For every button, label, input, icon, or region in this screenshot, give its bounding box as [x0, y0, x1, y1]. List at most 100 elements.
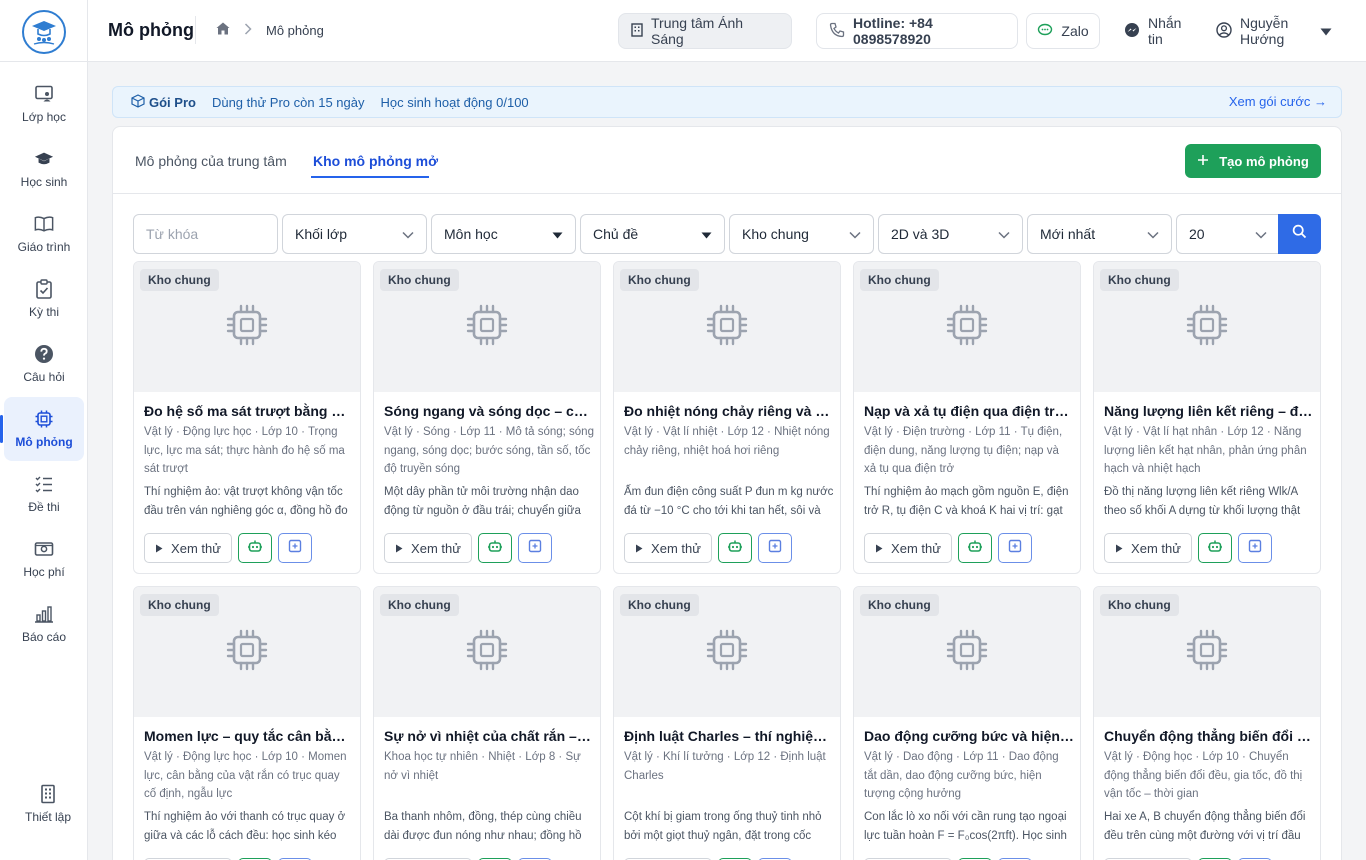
card-actions: Xem thử: [624, 533, 792, 563]
hotline-button[interactable]: Hotline: +84 0898578920: [816, 13, 1018, 49]
library-badge: Kho chung: [380, 594, 459, 616]
preview-label: Xem thử: [171, 540, 221, 556]
sidebar-item-list[interactable]: Đề thi: [4, 462, 84, 526]
ai-assistant-button[interactable]: [478, 533, 512, 563]
card-title[interactable]: Định luật Charles – thí nghiệm khí: [624, 728, 834, 744]
ai-assistant-button[interactable]: [718, 533, 752, 563]
robot-icon: [967, 539, 983, 558]
card-title[interactable]: Đo nhiệt nóng chảy riêng và nhiệt hoá hơ…: [624, 403, 834, 419]
page-size-select[interactable]: 20: [1176, 214, 1280, 254]
card-title[interactable]: Sóng ngang và sóng dọc – chuyển động của…: [384, 403, 594, 419]
plus-icon: [1197, 154, 1209, 169]
center-selector-button[interactable]: Trung tâm Ánh Sáng: [618, 13, 792, 49]
card-thumbnail[interactable]: Kho chung: [614, 587, 840, 717]
sidebar-item-clipboard-check[interactable]: Kỳ thi: [4, 267, 84, 331]
insert-button[interactable]: [758, 533, 792, 563]
topic-select[interactable]: Chủ đề: [580, 214, 725, 254]
preview-button[interactable]: Xem thử: [144, 533, 232, 563]
ai-assistant-button[interactable]: [958, 533, 992, 563]
chip-icon: [705, 303, 749, 352]
card-title[interactable]: Dao động cưỡng bức và hiện tượng cộng hư…: [864, 728, 1074, 744]
card-title[interactable]: Chuyển động thẳng biến đổi đều – đồ thị: [1104, 728, 1314, 744]
insert-button[interactable]: [278, 533, 312, 563]
logo[interactable]: [22, 10, 66, 54]
sort-select[interactable]: Mới nhất: [1027, 214, 1172, 254]
sidebar-item-chip[interactable]: Mô phỏng: [0, 397, 84, 461]
list-icon: [34, 474, 54, 494]
preview-button[interactable]: Xem thử: [1104, 533, 1192, 563]
play-icon: [875, 541, 883, 556]
insert-button[interactable]: [998, 533, 1032, 563]
card-description: Thí nghiệm ảo: vật trượt không vận tốc đ…: [144, 486, 348, 517]
card-thumbnail[interactable]: Kho chung: [1094, 587, 1320, 717]
card-title[interactable]: Nạp và xả tụ điện qua điện trở R: [864, 403, 1074, 419]
card-thumbnail[interactable]: Kho chung: [854, 262, 1080, 392]
simulation-card[interactable]: Kho chung Dao động cưỡng bức và hiện tượn…: [853, 586, 1081, 860]
card-description: Thí nghiệm ảo mạch gồm nguồn E, điện trở…: [864, 486, 1069, 517]
create-simulation-button[interactable]: Tạo mô phỏng: [1185, 144, 1321, 178]
simulation-card[interactable]: Kho chung Momen lực – quy tắc cân bằng th…: [133, 586, 361, 860]
simulation-card[interactable]: Kho chung Đo hệ số ma sát trượt bằng mặt …: [133, 261, 361, 574]
card-title[interactable]: Năng lượng liên kết riêng – đường cong W…: [1104, 403, 1314, 419]
card-thumbnail[interactable]: Kho chung: [374, 262, 600, 392]
classroom-icon: [34, 84, 54, 104]
keyword-input[interactable]: Từ khóa: [133, 214, 278, 254]
chip-icon: [945, 628, 989, 677]
messenger-button[interactable]: Nhắn tin: [1112, 13, 1212, 49]
card-thumbnail[interactable]: Kho chung: [854, 587, 1080, 717]
simulation-card[interactable]: Kho chung Đo nhiệt nóng chảy riêng và nhi…: [613, 261, 841, 574]
card-title[interactable]: Đo hệ số ma sát trượt bằng mặt phẳng ngh…: [144, 403, 354, 419]
library-badge: Kho chung: [620, 269, 699, 291]
sidebar-item-bar-chart[interactable]: Báo cáo: [4, 592, 84, 656]
preview-button[interactable]: Xem thử: [624, 533, 712, 563]
chevron-down-icon: [1147, 226, 1159, 242]
card-thumbnail[interactable]: Kho chung: [134, 587, 360, 717]
active-students-text: Học sinh hoạt động 0/100: [380, 94, 529, 110]
preview-button[interactable]: Xem thử: [864, 533, 952, 563]
simulation-card[interactable]: Kho chung Nạp và xả tụ điện qua điện trở …: [853, 261, 1081, 574]
subject-select[interactable]: Môn học: [431, 214, 576, 254]
insert-button[interactable]: [1238, 533, 1272, 563]
user-menu[interactable]: Nguyễn Hướng: [1204, 13, 1344, 49]
simulation-card[interactable]: Kho chung Chuyển động thẳng biến đổi đều …: [1093, 586, 1321, 860]
bar-chart-icon: [34, 604, 54, 624]
card-thumbnail[interactable]: Kho chung: [614, 262, 840, 392]
sidebar-item-book[interactable]: Giáo trình: [4, 202, 84, 266]
zalo-button[interactable]: Zalo: [1026, 13, 1100, 49]
divider: [195, 16, 196, 44]
card-thumbnail[interactable]: Kho chung: [1094, 262, 1320, 392]
sidebar-item-settings[interactable]: Thiết lập: [8, 772, 88, 836]
card-title[interactable]: Sự nở vì nhiệt của chất rắn – thí nghiệm: [384, 728, 594, 744]
sidebar-item-question[interactable]: Câu hỏi: [4, 332, 84, 396]
card-title[interactable]: Momen lực – quy tắc cân bằng thanh: [144, 728, 354, 744]
sort-value: Mới nhất: [1040, 226, 1096, 242]
ai-assistant-button[interactable]: [238, 533, 272, 563]
sidebar-item-wallet[interactable]: Học phí: [4, 527, 84, 591]
tab-open-library[interactable]: Kho mô phỏng mở: [313, 153, 438, 169]
topic-value: Chủ đề: [593, 226, 639, 242]
simulation-card[interactable]: Kho chung Định luật Charles – thí nghiệm …: [613, 586, 841, 860]
home-icon[interactable]: [216, 22, 230, 38]
simulation-card[interactable]: Kho chung Sóng ngang và sóng dọc – chuyển…: [373, 261, 601, 574]
preview-button[interactable]: Xem thử: [384, 533, 472, 563]
sidebar-item-label: Báo cáo: [21, 630, 67, 644]
sidebar-nav: Lớp học Học sinh Giáo trình Kỳ thi Câu hỏi Mô…: [0, 72, 88, 657]
filter-bar: Từ khóa Khối lớp Môn học Chủ đề Kho chun…: [133, 214, 1321, 254]
card-thumbnail[interactable]: Kho chung: [134, 262, 360, 392]
view-plans-link[interactable]: Xem gói cước →: [1229, 94, 1327, 109]
sidebar-item-graduation-cap[interactable]: Học sinh: [4, 137, 84, 201]
library-select[interactable]: Kho chung: [729, 214, 874, 254]
card-thumbnail[interactable]: Kho chung: [374, 587, 600, 717]
ai-assistant-button[interactable]: [1198, 533, 1232, 563]
insert-button[interactable]: [518, 533, 552, 563]
chevron-down-icon: [849, 226, 861, 242]
grade-select[interactable]: Khối lớp: [282, 214, 427, 254]
search-button[interactable]: [1278, 214, 1321, 254]
dimension-select[interactable]: 2D và 3D: [878, 214, 1023, 254]
sidebar-item-classroom[interactable]: Lớp học: [4, 72, 84, 136]
simulation-card[interactable]: Kho chung Sự nở vì nhiệt của chất rắn – t…: [373, 586, 601, 860]
sidebar-item-label: Học sinh: [20, 175, 68, 189]
page-size-value: 20: [1189, 226, 1205, 242]
tab-center-simulations[interactable]: Mô phỏng của trung tâm: [135, 153, 287, 169]
simulation-card[interactable]: Kho chung Năng lượng liên kết riêng – đườ…: [1093, 261, 1321, 574]
